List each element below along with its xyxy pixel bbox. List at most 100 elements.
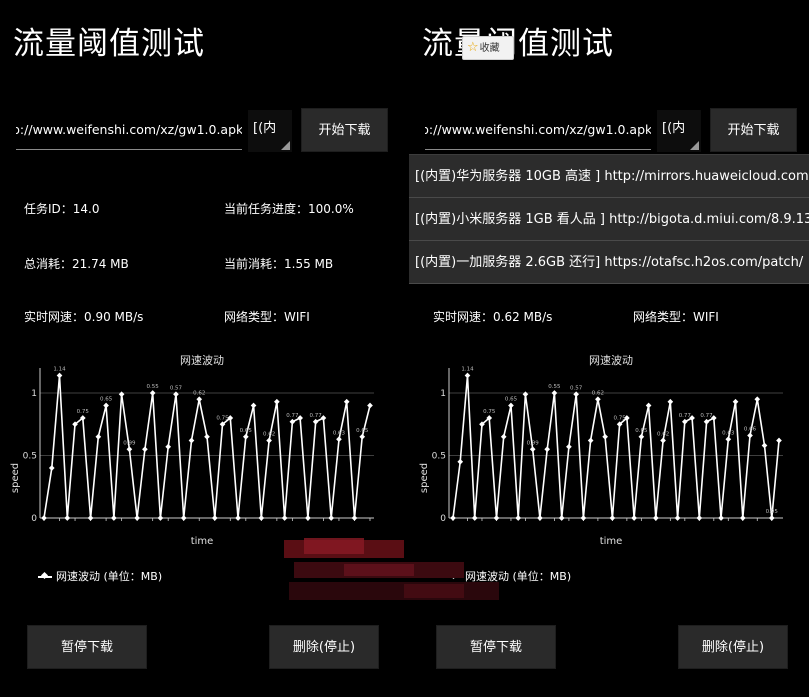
favorite-popup[interactable]: ☆收藏 <box>462 36 514 60</box>
data-point <box>111 515 117 521</box>
delete-stop-button[interactable]: 删除(停止) <box>678 625 788 669</box>
data-label: 0.62 <box>592 390 604 396</box>
data-point <box>95 433 102 440</box>
spinner-label: [(内 <box>253 121 277 136</box>
realtime-speed-text: 实时网速：0.90 MB/s <box>24 310 144 324</box>
data-label: 0.75 <box>613 415 626 421</box>
start-download-button[interactable]: 开始下载 <box>710 108 797 152</box>
y-tick-label: 1 <box>31 389 37 399</box>
data-point <box>188 437 195 444</box>
data-label: 0.62 <box>193 390 205 396</box>
data-point <box>149 390 156 396</box>
legend-marker-icon <box>38 576 52 578</box>
realtime-speed-text: 实时网速：0.62 MB/s <box>433 310 553 324</box>
data-label: 0.65 <box>356 428 369 434</box>
data-point <box>645 402 652 409</box>
y-tick-label: 1 <box>440 389 446 399</box>
data-label: 0.75 <box>216 415 229 421</box>
delete-stop-button[interactable]: 删除(停止) <box>269 625 379 669</box>
data-point <box>551 390 558 396</box>
data-point <box>126 446 133 453</box>
pause-download-button[interactable]: 暂停下载 <box>27 625 147 669</box>
start-download-button[interactable]: 开始下载 <box>301 108 388 152</box>
data-point <box>674 515 681 521</box>
y-tick-label: 0.5 <box>23 452 37 462</box>
data-label: 0.55 <box>147 384 160 390</box>
data-point <box>211 515 218 521</box>
data-point <box>595 396 601 403</box>
current-usage-text: 当前消耗：1.55 MB <box>224 257 334 271</box>
data-label: 0.66 <box>744 427 757 433</box>
data-point <box>165 443 172 450</box>
data-point <box>500 433 507 440</box>
data-point <box>508 402 514 409</box>
data-label: 0.99 <box>123 440 136 446</box>
data-point <box>118 391 125 398</box>
data-point <box>515 515 522 521</box>
data-point <box>204 433 210 440</box>
data-point <box>573 391 579 398</box>
data-point <box>173 391 179 398</box>
y-axis-label: speed <box>10 463 21 493</box>
data-point <box>328 515 335 521</box>
data-point <box>103 402 109 409</box>
data-point <box>566 443 572 450</box>
data-point <box>56 372 63 379</box>
data-label: 0.62 <box>263 432 275 438</box>
dropdown-corner-icon <box>690 141 699 150</box>
data-label: 0.57 <box>570 385 583 391</box>
data-label: 0.55 <box>548 384 561 390</box>
data-point <box>681 418 688 425</box>
data-point <box>747 432 753 439</box>
star-icon: ☆ <box>467 40 479 55</box>
data-point <box>196 396 203 403</box>
data-point <box>667 398 674 405</box>
data-point <box>732 398 739 405</box>
y-axis-label: speed <box>419 463 430 493</box>
dropdown-option-xiaomi[interactable]: [(内置)小米服务器 1GB 看人品 ] http://bigota.d.miu… <box>409 198 809 241</box>
speed-series-line <box>452 375 780 519</box>
data-point <box>580 515 587 521</box>
data-point <box>242 433 249 440</box>
data-point <box>134 515 140 521</box>
page-title: 流量阈值测试 <box>13 26 205 62</box>
dropdown-option-huawei[interactable]: [(内置)华为服务器 10GB 高速 ] http://mirrors.huaw… <box>409 155 809 198</box>
data-point <box>48 465 55 471</box>
data-label: 0.63 <box>722 430 735 436</box>
data-point <box>631 515 637 521</box>
server-spinner[interactable]: [(内 <box>657 110 701 152</box>
dropdown-option-oneplus[interactable]: [(内置)一加服务器 2.6GB 还行] https://otafsc.h2os… <box>409 241 809 284</box>
data-label: 0.62 <box>657 432 669 438</box>
y-tick-label: 0 <box>440 514 446 524</box>
data-point <box>587 437 594 444</box>
data-point <box>64 515 71 521</box>
task-id-text: 任务ID：14.0 <box>24 202 100 216</box>
pixelated-watermark <box>284 538 499 600</box>
server-spinner[interactable]: [(内 <box>248 110 292 152</box>
speed-chart: 网速波动 0 0.5 1 time speed 1.14 0.75 0.65 0.99 0.55 0.… <box>10 354 374 547</box>
data-point <box>776 437 782 444</box>
pause-download-button[interactable]: 暂停下载 <box>436 625 556 669</box>
data-label: 0.77 <box>310 413 323 419</box>
data-point <box>537 515 543 521</box>
page-title: 流量阈值测试 <box>422 26 614 62</box>
x-axis-label: time <box>600 536 623 547</box>
data-point <box>754 396 761 403</box>
data-label: 0.65 <box>240 428 253 434</box>
data-point <box>739 515 746 521</box>
data-point <box>558 515 565 521</box>
data-point <box>544 446 551 453</box>
chart-title: 网速波动 <box>180 354 224 367</box>
favorite-label: 收藏 <box>479 43 500 54</box>
data-point <box>87 515 94 521</box>
data-point <box>351 515 358 521</box>
url-input[interactable]: p://www.weifenshi.com/xz/gw1.0.apk <box>16 116 242 150</box>
url-input[interactable]: p://www.weifenshi.com/xz/gw1.0.apk <box>425 116 651 150</box>
data-point <box>703 418 710 425</box>
data-point <box>602 433 608 440</box>
data-point <box>235 515 241 521</box>
data-point <box>718 515 724 521</box>
network-type-text: 网络类型：WIFI <box>224 310 310 324</box>
x-axis-label: time <box>191 536 214 547</box>
task-progress-text: 当前任务进度：100.0% <box>224 202 354 216</box>
